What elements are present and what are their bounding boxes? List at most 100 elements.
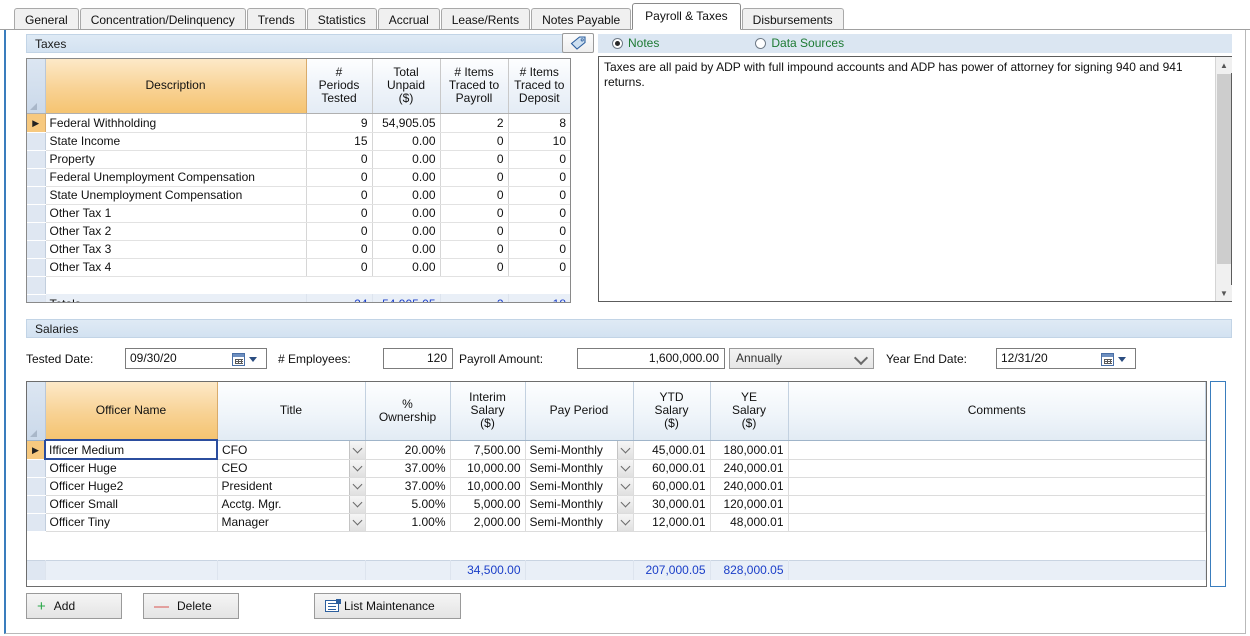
taxes-grid[interactable]: Description # Periods Tested Total Unpai… xyxy=(26,58,571,303)
officers-col-ye-salary[interactable]: YE Salary ($) xyxy=(710,382,788,440)
row-selector[interactable]: ▶ xyxy=(27,113,45,132)
cell-periods-tested[interactable]: 0 xyxy=(306,186,372,204)
officers-col-name[interactable]: Officer Name xyxy=(45,382,217,440)
row-selector[interactable] xyxy=(27,477,45,495)
table-row[interactable]: Federal Unemployment Compensation00.0000 xyxy=(27,168,570,186)
cell-officer-name[interactable]: Officer Huge2 xyxy=(45,477,217,495)
row-selector[interactable] xyxy=(27,132,45,150)
table-row[interactable]: Officer HugeCEO37.00%10,000.00Semi-Month… xyxy=(27,459,1206,477)
row-selector[interactable] xyxy=(27,204,45,222)
add-button[interactable]: + Add xyxy=(26,593,122,619)
cell-pay-period[interactable]: Semi-Monthly xyxy=(525,495,633,513)
table-row[interactable]: State Income150.00010 xyxy=(27,132,570,150)
row-selector[interactable] xyxy=(27,186,45,204)
list-maintenance-button[interactable]: List Maintenance xyxy=(314,593,461,619)
tab-statistics[interactable]: Statistics xyxy=(307,8,377,30)
table-row[interactable]: Property00.0000 xyxy=(27,150,570,168)
cell-periods-tested[interactable]: 15 xyxy=(306,132,372,150)
cell-ye-salary[interactable]: 240,000.01 xyxy=(710,477,788,495)
cell-traced-deposit[interactable]: 0 xyxy=(508,240,570,258)
officers-col-pay-period[interactable]: Pay Period xyxy=(525,382,633,440)
cell-interim-salary[interactable]: 5,000.00 xyxy=(450,495,525,513)
row-selector[interactable] xyxy=(27,150,45,168)
cell-officer-name[interactable]: Officer Small xyxy=(45,495,217,513)
pay-period-dropdown-button[interactable] xyxy=(617,496,633,513)
row-selector[interactable] xyxy=(27,459,45,477)
cell-traced-deposit[interactable]: 0 xyxy=(508,186,570,204)
row-selector[interactable]: ▶ xyxy=(27,440,45,459)
row-selector[interactable] xyxy=(27,513,45,531)
cell-traced-deposit[interactable]: 8 xyxy=(508,113,570,132)
cell-description[interactable]: State Unemployment Compensation xyxy=(45,186,306,204)
cell-total-unpaid[interactable]: 0.00 xyxy=(372,168,440,186)
officers-vertical-scroll-track[interactable] xyxy=(1210,381,1226,587)
cell-description[interactable]: Other Tax 3 xyxy=(45,240,306,258)
cell-officer-name[interactable]: Ifficer Medium xyxy=(45,440,217,459)
cell-total-unpaid[interactable]: 0.00 xyxy=(372,222,440,240)
table-row[interactable]: Officer TinyManager1.00%2,000.00Semi-Mon… xyxy=(27,513,1206,531)
payroll-frequency-select[interactable]: Annually xyxy=(729,348,874,369)
cell-traced-deposit[interactable]: 0 xyxy=(508,258,570,276)
cell-periods-tested[interactable]: 0 xyxy=(306,240,372,258)
cell-traced-payroll[interactable]: 0 xyxy=(440,240,508,258)
title-dropdown-button[interactable] xyxy=(349,478,365,495)
cell-pct-ownership[interactable]: 5.00% xyxy=(365,495,450,513)
cell-title[interactable]: CFO xyxy=(217,440,365,459)
officers-col-interim-salary[interactable]: Interim Salary ($) xyxy=(450,382,525,440)
row-selector[interactable] xyxy=(27,240,45,258)
row-selector[interactable] xyxy=(27,258,45,276)
cell-traced-payroll[interactable]: 0 xyxy=(440,258,508,276)
cell-pct-ownership[interactable]: 37.00% xyxy=(365,459,450,477)
officers-col-ytd-salary[interactable]: YTD Salary ($) xyxy=(633,382,710,440)
row-selector[interactable] xyxy=(27,222,45,240)
notes-scrollbar[interactable]: ▲ ▼ xyxy=(1215,57,1231,301)
table-row[interactable]: Other Tax 100.0000 xyxy=(27,204,570,222)
table-row[interactable]: Other Tax 300.0000 xyxy=(27,240,570,258)
cell-description[interactable]: State Income xyxy=(45,132,306,150)
notes-scroll-down-arrow[interactable]: ▼ xyxy=(1216,285,1232,301)
cell-traced-payroll[interactable]: 0 xyxy=(440,222,508,240)
officers-grid[interactable]: Officer Name Title % Ownership Interim S… xyxy=(26,381,1207,587)
cell-title[interactable]: CEO xyxy=(217,459,365,477)
cell-ytd-salary[interactable]: 45,000.01 xyxy=(633,440,710,459)
cell-ye-salary[interactable]: 180,000.01 xyxy=(710,440,788,459)
employees-input[interactable]: 120 xyxy=(383,348,453,369)
cell-description[interactable]: Federal Withholding xyxy=(45,113,306,132)
cell-description[interactable]: Other Tax 2 xyxy=(45,222,306,240)
year-end-date-input[interactable]: 12/31/20 xyxy=(996,348,1136,369)
tab-lease-rents[interactable]: Lease/Rents xyxy=(441,8,530,30)
cell-traced-payroll[interactable]: 0 xyxy=(440,132,508,150)
taxes-col-traced-payroll[interactable]: # Items Traced to Payroll xyxy=(440,59,508,113)
cell-periods-tested[interactable]: 0 xyxy=(306,222,372,240)
officers-col-title[interactable]: Title xyxy=(217,382,365,440)
cell-traced-payroll[interactable]: 0 xyxy=(440,168,508,186)
cell-pct-ownership[interactable]: 1.00% xyxy=(365,513,450,531)
cell-title[interactable]: Acctg. Mgr. xyxy=(217,495,365,513)
cell-total-unpaid[interactable]: 0.00 xyxy=(372,204,440,222)
table-row[interactable]: Other Tax 400.0000 xyxy=(27,258,570,276)
taxes-col-total-unpaid[interactable]: Total Unpaid ($) xyxy=(372,59,440,113)
table-row[interactable]: Officer Huge2President37.00%10,000.00Sem… xyxy=(27,477,1206,495)
cell-pay-period[interactable]: Semi-Monthly xyxy=(525,440,633,459)
radio-data-sources[interactable]: Data Sources xyxy=(755,34,844,53)
table-row[interactable]: Officer SmallAcctg. Mgr.5.00%5,000.00Sem… xyxy=(27,495,1206,513)
cell-total-unpaid[interactable]: 0.00 xyxy=(372,186,440,204)
delete-button[interactable]: — Delete xyxy=(143,593,239,619)
tab-notes-payable[interactable]: Notes Payable xyxy=(531,8,631,30)
cell-ytd-salary[interactable]: 60,000.01 xyxy=(633,477,710,495)
cell-pay-period[interactable]: Semi-Monthly xyxy=(525,477,633,495)
cell-ye-salary[interactable]: 240,000.01 xyxy=(710,459,788,477)
title-dropdown-button[interactable] xyxy=(349,460,365,477)
cell-officer-name[interactable]: Officer Tiny xyxy=(45,513,217,531)
taxes-col-description[interactable]: Description xyxy=(45,59,306,113)
tab-disbursements[interactable]: Disbursements xyxy=(742,8,844,30)
table-row[interactable]: ▶Federal Withholding954,905.0528 xyxy=(27,113,570,132)
officers-col-pct-ownership[interactable]: % Ownership xyxy=(365,382,450,440)
table-row[interactable]: State Unemployment Compensation00.0000 xyxy=(27,186,570,204)
year-end-date-picker-button[interactable] xyxy=(1101,351,1133,367)
officers-col-comments[interactable]: Comments xyxy=(788,382,1206,440)
cell-description[interactable]: Property xyxy=(45,150,306,168)
cell-interim-salary[interactable]: 7,500.00 xyxy=(450,440,525,459)
cell-interim-salary[interactable]: 10,000.00 xyxy=(450,459,525,477)
pay-period-dropdown-button[interactable] xyxy=(617,514,633,531)
